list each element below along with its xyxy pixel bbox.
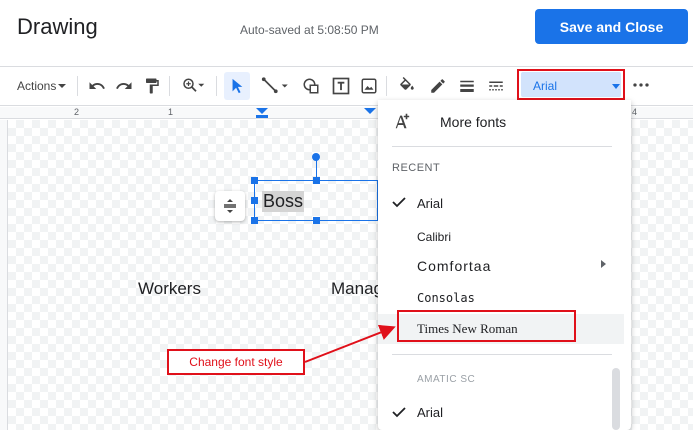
- more-icon[interactable]: [632, 79, 650, 91]
- font-option-comfortaa[interactable]: Comfortaa: [417, 258, 491, 274]
- submenu-arrow-icon: [601, 260, 606, 268]
- ruler-tick: 1: [168, 107, 174, 117]
- toolbar-divider: [169, 76, 170, 96]
- boss-text[interactable]: Boss: [262, 191, 305, 212]
- check-icon: [392, 405, 406, 423]
- redo-icon[interactable]: [115, 77, 133, 95]
- resize-handle[interactable]: [313, 217, 320, 224]
- menu-scrollbar[interactable]: [612, 368, 620, 430]
- font-option-amatic-sc[interactable]: AMATIC SC: [417, 374, 475, 385]
- select-icon[interactable]: [224, 72, 250, 100]
- add-font-icon: [392, 112, 412, 135]
- shape-icon[interactable]: [302, 77, 320, 95]
- annotation-callout: Change font style: [167, 349, 305, 375]
- managers-text[interactable]: Manag: [331, 279, 383, 299]
- font-option-consolas[interactable]: Consolas: [417, 291, 475, 305]
- page-title: Drawing: [17, 14, 98, 39]
- more-fonts-item[interactable]: More fonts: [440, 114, 506, 130]
- font-option-arial-all[interactable]: Arial: [417, 405, 443, 420]
- menu-divider: [392, 354, 612, 355]
- rotate-handle[interactable]: [312, 153, 320, 161]
- actions-label: Actions: [17, 79, 57, 93]
- annotation-highlight-times-new-roman: [397, 310, 576, 342]
- font-option-calibri[interactable]: Calibri: [417, 230, 451, 244]
- resize-handle[interactable]: [313, 177, 320, 184]
- resize-handle[interactable]: [251, 177, 258, 184]
- chevron-down-icon: [58, 84, 67, 88]
- fill-color-icon[interactable]: [398, 77, 416, 95]
- recent-header: RECENT: [392, 162, 441, 174]
- zoom-icon[interactable]: [179, 77, 207, 95]
- textbox-icon[interactable]: [331, 76, 351, 96]
- ruler-tick: 2: [74, 107, 80, 117]
- toolbar-divider: [386, 76, 387, 96]
- toolbar-divider: [77, 76, 78, 96]
- vertical-ruler: [0, 120, 8, 430]
- vertical-align-icon[interactable]: [215, 191, 245, 221]
- ruler-tick: 4: [632, 107, 638, 117]
- save-and-close-button[interactable]: Save and Close: [535, 9, 688, 44]
- actions-menu-button[interactable]: Actions: [17, 79, 67, 93]
- workers-text[interactable]: Workers: [138, 279, 201, 299]
- image-icon[interactable]: [360, 77, 378, 95]
- font-menu: [378, 100, 631, 430]
- border-weight-icon[interactable]: [458, 77, 476, 95]
- line-icon[interactable]: [257, 77, 293, 95]
- toolbar-divider: [216, 76, 217, 96]
- autosave-status: Auto-saved at 5:08:50 PM: [240, 23, 379, 37]
- paint-format-icon[interactable]: [143, 77, 161, 95]
- resize-handle[interactable]: [251, 197, 258, 204]
- font-option-arial[interactable]: Arial: [417, 196, 443, 211]
- resize-handle[interactable]: [251, 217, 258, 224]
- border-dash-icon[interactable]: [487, 77, 505, 95]
- menu-divider: [392, 146, 612, 147]
- check-icon: [392, 195, 406, 213]
- undo-icon[interactable]: [88, 77, 106, 95]
- annotation-highlight-font-select: [517, 69, 625, 100]
- border-color-icon[interactable]: [429, 77, 447, 95]
